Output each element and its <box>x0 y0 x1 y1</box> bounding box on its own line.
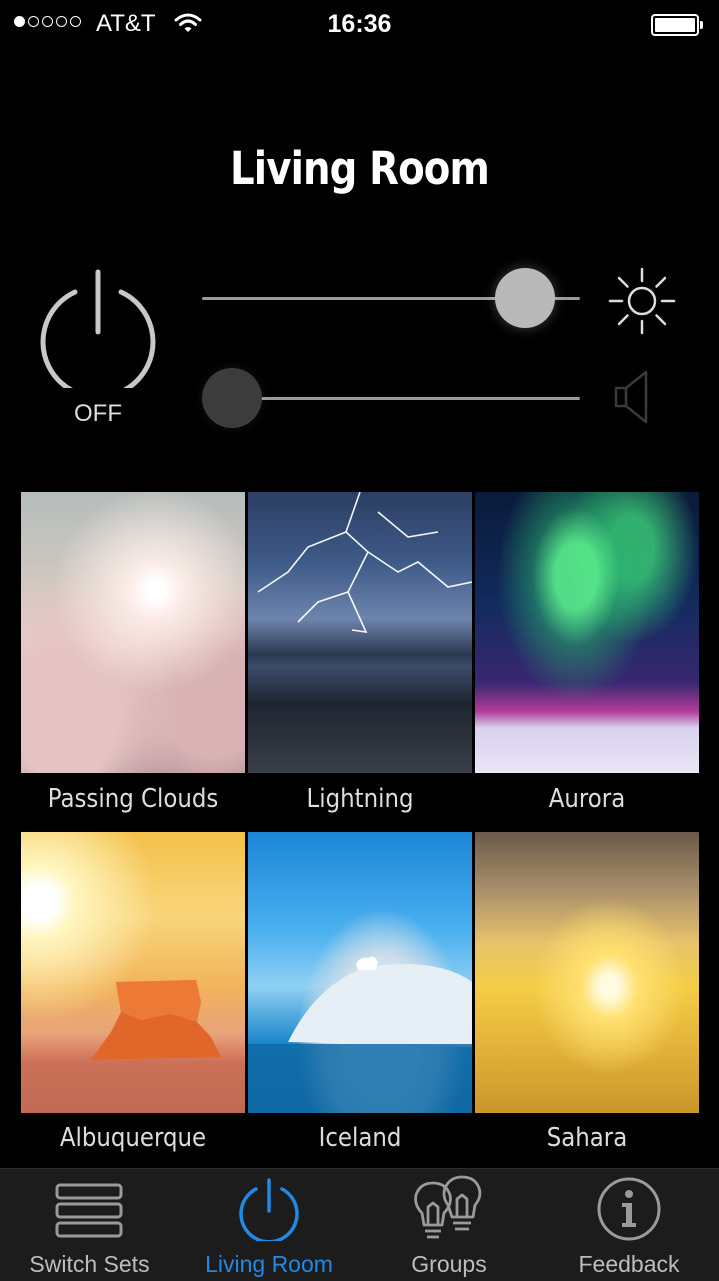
power-state-label: OFF <box>74 400 122 427</box>
scene-tile-aurora[interactable] <box>475 492 699 773</box>
brightness-slider-thumb[interactable] <box>495 268 555 328</box>
tab-living-room[interactable]: Living Room <box>179 1169 359 1281</box>
scene-label: Sahara <box>546 1123 628 1153</box>
info-icon <box>597 1177 661 1241</box>
scene-tile-passing-clouds[interactable] <box>21 492 245 773</box>
scene-label: Aurora <box>548 784 626 814</box>
brightness-slider[interactable] <box>202 268 580 328</box>
volume-slider[interactable] <box>202 368 580 428</box>
mesa-rock <box>91 980 221 1060</box>
tab-label: Switch Sets <box>29 1251 150 1277</box>
tab-bar: Switch Sets Living Room Groups Feedback <box>0 1168 719 1281</box>
tab-switch-sets[interactable]: Switch Sets <box>0 1169 179 1281</box>
scene-label: Lightning <box>306 784 414 814</box>
scene-tile-iceland[interactable] <box>248 832 472 1113</box>
bulbs-icon <box>414 1175 482 1239</box>
status-bar: AT&T 16:36 <box>0 0 719 50</box>
battery-icon <box>651 14 703 36</box>
scene-label: Iceland <box>318 1123 402 1153</box>
tab-label: Groups <box>411 1251 487 1277</box>
tab-label: Living Room <box>205 1251 333 1277</box>
iceberg <box>248 956 472 1113</box>
scene-tile-albuquerque[interactable] <box>21 832 245 1113</box>
tab-groups[interactable]: Groups <box>359 1169 539 1281</box>
scene-tile-sahara[interactable] <box>475 832 699 1113</box>
speaker-icon <box>614 370 648 424</box>
scene-label: Passing Clouds <box>47 784 219 814</box>
clock: 16:36 <box>327 10 392 38</box>
page-title: Living Room <box>230 142 490 195</box>
tab-label: Feedback <box>578 1251 680 1277</box>
list-icon <box>55 1183 123 1238</box>
power-icon <box>239 1178 299 1241</box>
lightning-bolt <box>257 492 472 633</box>
scene-label: Albuquerque <box>59 1123 207 1153</box>
power-button[interactable] <box>38 268 158 388</box>
sun-icon <box>608 267 676 335</box>
tab-feedback[interactable]: Feedback <box>539 1169 719 1281</box>
volume-slider-thumb[interactable] <box>202 368 262 428</box>
scene-tile-lightning[interactable] <box>248 492 472 773</box>
